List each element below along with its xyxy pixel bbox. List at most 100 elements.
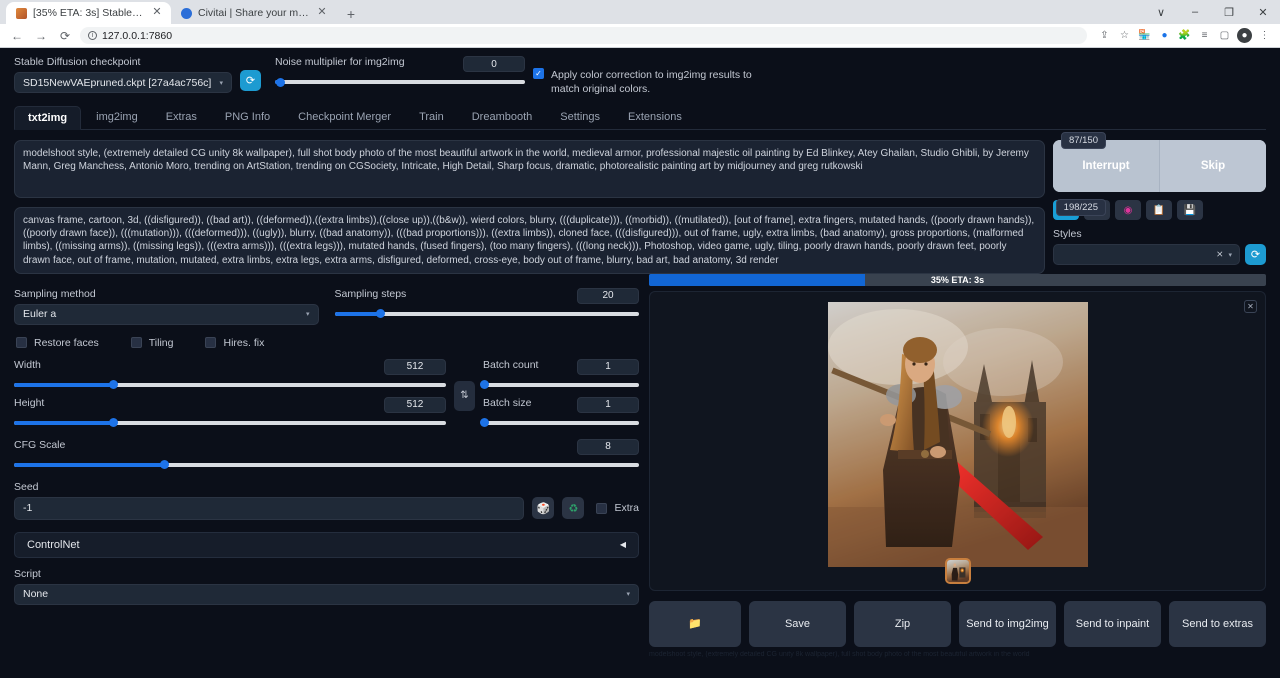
tab-png-info[interactable]: PNG Info [212, 106, 283, 129]
cfg-scale-value[interactable]: 8 [577, 439, 639, 455]
color-correction-group[interactable]: ✓ Apply color correction to img2img resu… [533, 68, 758, 96]
image-gallery[interactable]: ✕ [649, 291, 1266, 591]
forward-icon[interactable]: → [32, 27, 50, 45]
skip-button[interactable]: Skip [1159, 140, 1266, 192]
apply-style-clipboard-icon[interactable]: 📋 [1146, 200, 1172, 220]
tiling-toggle[interactable]: Tiling [131, 337, 174, 349]
seed-group: Seed -1 🎲 ♻ Extra [14, 481, 639, 520]
address-bar[interactable]: i 127.0.0.1:7860 [80, 27, 1087, 44]
styles-dropdown[interactable]: ⨯ ▾ [1053, 244, 1240, 265]
site-info-icon[interactable]: i [88, 31, 97, 40]
width-slider[interactable] [14, 383, 446, 387]
positive-token-counter: 87/150 [1061, 132, 1106, 149]
browser-tab-stable-diffusion[interactable]: [35% ETA: 3s] Stable Diffusion ✕ [6, 2, 171, 24]
width-value[interactable]: 512 [384, 359, 446, 375]
batch-size-slider[interactable] [483, 421, 639, 425]
noise-multiplier-value[interactable]: 0 [463, 56, 525, 72]
main-content-split: Sampling method Euler a ▾ Sampling steps… [14, 274, 1266, 661]
refresh-checkpoints-button[interactable]: ⟳ [240, 70, 261, 91]
account-avatar-icon[interactable]: ● [1237, 28, 1252, 43]
script-label: Script [14, 568, 639, 580]
sampling-steps-slider[interactable] [335, 312, 640, 316]
script-value: None [23, 588, 48, 600]
minimize-icon[interactable]: – [1178, 0, 1212, 24]
refresh-styles-button[interactable]: ⟳ [1245, 244, 1266, 265]
restore-faces-toggle[interactable]: Restore faces [16, 337, 99, 349]
tab-txt2img[interactable]: txt2img [14, 106, 81, 130]
gallery-thumbnail[interactable] [945, 558, 971, 584]
controlnet-label: ControlNet [27, 539, 80, 551]
send-to-inpaint-button[interactable]: Send to inpaint [1064, 601, 1161, 647]
send-to-img2img-button[interactable]: Send to img2img [959, 601, 1056, 647]
generation-info-text: modelshoot style, (extremely detailed CG… [649, 651, 1266, 661]
save-button[interactable]: Save [749, 601, 846, 647]
tab-img2img[interactable]: img2img [83, 106, 151, 129]
browser-tab-civitai[interactable]: Civitai | Share your models ✕ [171, 2, 336, 24]
tab-checkpoint-merger[interactable]: Checkpoint Merger [285, 106, 404, 129]
side-panel-icon[interactable]: ▢ [1217, 28, 1232, 43]
height-value[interactable]: 512 [384, 397, 446, 413]
extra-seed-toggle[interactable]: Extra [596, 502, 639, 514]
back-icon[interactable]: ← [8, 27, 26, 45]
negative-prompt-input[interactable]: 198/225 canvas frame, cartoon, 3d, ((dis… [14, 207, 1045, 274]
sampling-steps-value[interactable]: 20 [577, 288, 639, 304]
positive-prompt-input[interactable]: 87/150 modelshoot style, (extremely deta… [14, 140, 1045, 198]
profile-sync-icon[interactable]: ● [1157, 28, 1172, 43]
checkpoint-dropdown[interactable]: SD15NewVAEpruned.ckpt [27a4ac756c] ▾ [14, 72, 232, 93]
tab-dreambooth[interactable]: Dreambooth [459, 106, 546, 129]
swap-dimensions-button[interactable]: ⇅ [454, 381, 475, 411]
chevron-down-icon: ▾ [626, 590, 630, 598]
random-seed-dice-icon[interactable]: 🎲 [532, 497, 554, 519]
show-extra-networks-icon[interactable]: ◉ [1115, 200, 1141, 220]
noise-multiplier-slider[interactable] [275, 80, 525, 84]
sampling-method-dropdown[interactable]: Euler a ▾ [14, 304, 319, 325]
more-menu-icon[interactable]: ⋮ [1257, 28, 1272, 43]
tiling-checkbox[interactable] [131, 337, 142, 348]
open-folder-button[interactable]: 📁 [649, 601, 741, 647]
tab-train[interactable]: Train [406, 106, 457, 129]
batch-size-value[interactable]: 1 [577, 397, 639, 413]
seed-input[interactable]: -1 [14, 497, 524, 520]
send-to-extras-button[interactable]: Send to extras [1169, 601, 1266, 647]
hires-fix-checkbox[interactable] [205, 337, 216, 348]
batch-count-value[interactable]: 1 [577, 359, 639, 375]
close-window-icon[interactable]: ✕ [1246, 0, 1280, 24]
browser-tab-close-icon[interactable]: ✕ [316, 7, 328, 19]
height-slider[interactable] [14, 421, 446, 425]
maximize-icon[interactable]: ❐ [1212, 0, 1246, 24]
cfg-scale-slider[interactable] [14, 463, 639, 467]
controlnet-accordion[interactable]: ControlNet ◀ [14, 532, 639, 558]
reuse-seed-recycle-icon[interactable]: ♻ [562, 497, 584, 519]
window-controls: ∨ – ❐ ✕ [1144, 0, 1280, 24]
script-dropdown[interactable]: None ▾ [14, 584, 639, 605]
sd-favicon [16, 8, 27, 19]
noise-multiplier-group: Noise multiplier for img2img 0 [275, 56, 525, 84]
tab-extras[interactable]: Extras [153, 106, 210, 129]
save-style-icon[interactable]: 💾 [1177, 200, 1203, 220]
restore-faces-checkbox[interactable] [16, 337, 27, 348]
share-icon[interactable]: ⇪ [1097, 28, 1112, 43]
generation-progress-bar: 35% ETA: 3s [649, 274, 1266, 286]
extra-seed-checkbox[interactable] [596, 503, 607, 514]
extensions-puzzle-icon[interactable]: 🧩 [1177, 28, 1192, 43]
stable-diffusion-webui: Stable Diffusion checkpoint SD15NewVAEpr… [0, 48, 1280, 678]
tab-search-chevron-icon[interactable]: ∨ [1144, 0, 1178, 24]
tab-settings[interactable]: Settings [547, 106, 613, 129]
color-correction-checkbox[interactable]: ✓ [533, 68, 544, 79]
reload-icon[interactable]: ⟳ [56, 27, 74, 45]
dimensions-group: Width 512 Height 512 [14, 359, 446, 425]
batch-count-slider[interactable] [483, 383, 639, 387]
browser-tab-close-icon[interactable]: ✕ [151, 7, 163, 19]
browser-navigation-bar: ← → ⟳ i 127.0.0.1:7860 ⇪ ☆ 🏪 ● 🧩 ≡ ▢ ● ⋮ [0, 24, 1280, 48]
hires-fix-toggle[interactable]: Hires. fix [205, 337, 264, 349]
store-icon[interactable]: 🏪 [1137, 28, 1152, 43]
zip-button[interactable]: Zip [854, 601, 951, 647]
reading-list-icon[interactable]: ≡ [1197, 28, 1212, 43]
styles-clear-icon[interactable]: ⨯ [1216, 249, 1224, 260]
close-image-icon[interactable]: ✕ [1244, 300, 1257, 313]
bookmark-star-icon[interactable]: ☆ [1117, 28, 1132, 43]
chevron-left-icon: ◀ [620, 540, 626, 549]
generated-image[interactable] [828, 302, 1088, 567]
new-tab-button[interactable]: + [340, 4, 362, 24]
tab-extensions[interactable]: Extensions [615, 106, 695, 129]
